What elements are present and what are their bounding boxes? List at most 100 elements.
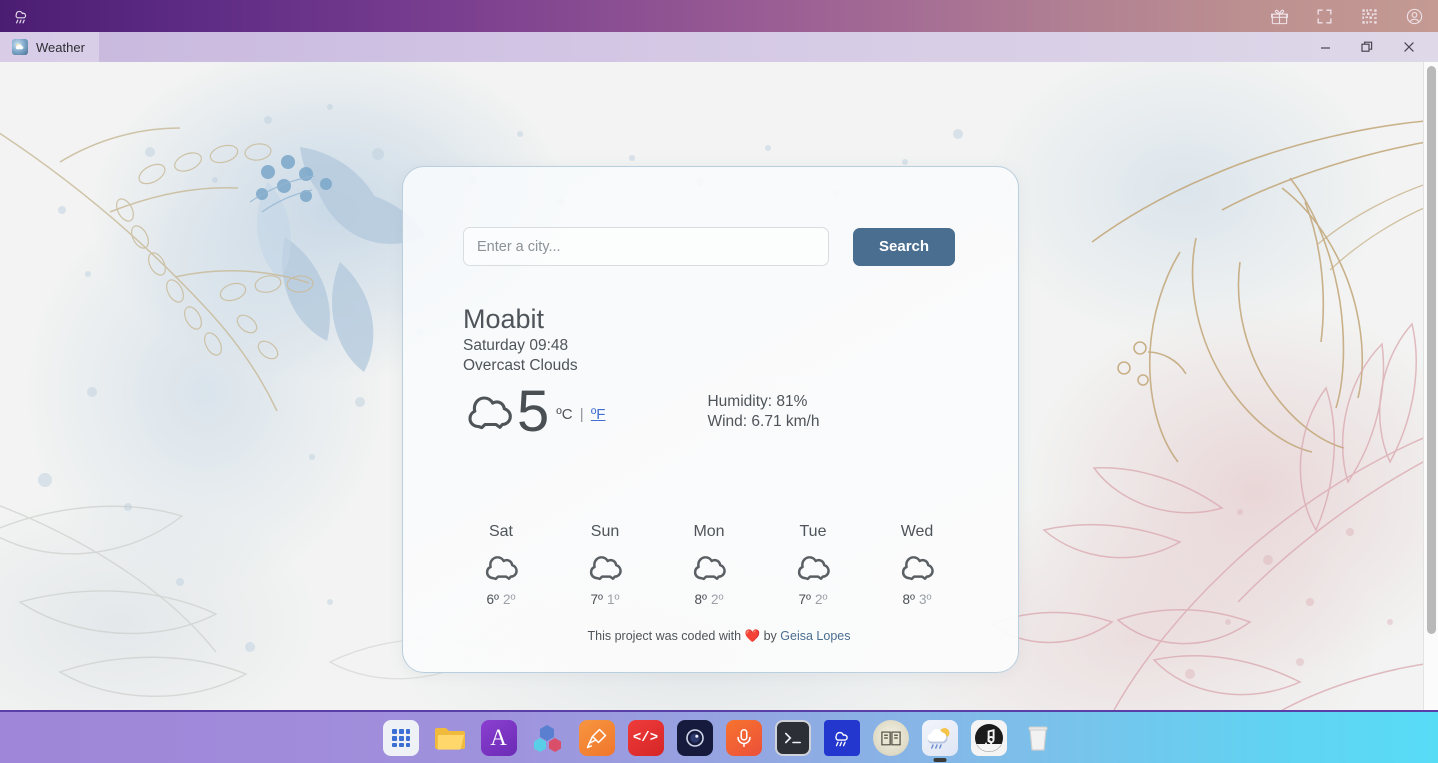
rain-cloud-logo-icon[interactable] bbox=[10, 5, 32, 27]
forecast-day: Mon 8º 2º bbox=[657, 523, 761, 607]
unit-fahrenheit-link[interactable]: ºF bbox=[591, 406, 606, 423]
forecast-temps: 6º 2º bbox=[449, 592, 553, 607]
taskbar-item-trash[interactable] bbox=[1020, 720, 1056, 756]
scrollbar-thumb[interactable] bbox=[1427, 66, 1436, 634]
forecast-temps: 8º 3º bbox=[865, 592, 969, 607]
taskbar-item-files[interactable] bbox=[432, 720, 468, 756]
taskbar-item-microphone[interactable] bbox=[725, 719, 762, 756]
forecast-min: 1º bbox=[607, 592, 620, 607]
heart-icon: ❤️ bbox=[744, 629, 761, 643]
forecast-day-name: Wed bbox=[900, 523, 934, 540]
archive-icon[interactable] bbox=[872, 719, 909, 756]
taskbar-item-code-editor[interactable]: </> bbox=[627, 719, 664, 756]
vertical-scrollbar[interactable] bbox=[1423, 62, 1438, 710]
taskbar-item-camera[interactable] bbox=[676, 719, 713, 756]
taskbar-item-music[interactable] bbox=[970, 719, 1007, 756]
current-temperature: 5 bbox=[517, 379, 549, 444]
system-bar bbox=[0, 0, 1438, 32]
paint-icon[interactable] bbox=[578, 719, 615, 756]
forecast-min: 2º bbox=[503, 592, 516, 607]
cloud-icon bbox=[794, 550, 832, 584]
terminal-icon[interactable] bbox=[774, 719, 811, 756]
system-tray bbox=[1270, 7, 1438, 26]
microphone-icon[interactable] bbox=[725, 719, 762, 756]
taskbar-item-archive[interactable] bbox=[872, 719, 909, 756]
forecast-temps: 7º 2º bbox=[761, 592, 865, 607]
city-datetime: Saturday 09:48 bbox=[463, 336, 569, 354]
city-name: Moabit bbox=[463, 304, 545, 334]
cloud-icon bbox=[482, 550, 520, 584]
fullscreen-icon[interactable] bbox=[1315, 7, 1334, 26]
unit-separator: | bbox=[579, 405, 584, 423]
forecast-min: 2º bbox=[815, 592, 828, 607]
taskbar: A </> bbox=[0, 710, 1438, 763]
forecast-row: Sat 6º 2º Sun 7º 1º Mon 8º 2º Tue 7º 2º … bbox=[449, 523, 969, 607]
forecast-max: 7º bbox=[590, 592, 603, 607]
weather-card: Search Moabit Saturday 09:48 Overcast Cl… bbox=[402, 166, 1019, 673]
forecast-day-name: Sat bbox=[488, 523, 513, 540]
fonts-icon[interactable]: A bbox=[480, 719, 517, 756]
trash-icon[interactable] bbox=[1020, 720, 1056, 756]
tab-weather[interactable]: Weather bbox=[0, 32, 99, 62]
current-conditions: 5 ºC | ºF Humidity: 81% Wind: 6.71 km/h bbox=[463, 379, 963, 444]
taskbar-item-terminal[interactable] bbox=[774, 719, 811, 756]
close-icon[interactable] bbox=[1388, 32, 1430, 62]
active-app-indicator bbox=[933, 757, 946, 762]
window-controls bbox=[1304, 32, 1438, 62]
cloud-icon bbox=[898, 550, 936, 584]
unit-toggle: ºC | ºF bbox=[556, 406, 605, 423]
forecast-day: Sun 7º 1º bbox=[553, 523, 657, 607]
taskbar-item-fonts[interactable]: A bbox=[480, 719, 517, 756]
footer-credit: This project was coded with ❤️ by Geisa … bbox=[0, 629, 1438, 644]
taskbar-item-paint[interactable] bbox=[578, 719, 615, 756]
current-details: Humidity: 81% Wind: 6.71 km/h bbox=[707, 392, 819, 433]
footer-author-link[interactable]: Geisa Lopes bbox=[780, 629, 850, 643]
minimize-icon[interactable] bbox=[1304, 32, 1346, 62]
files-icon[interactable] bbox=[432, 720, 468, 756]
rain-cloud-app-icon[interactable] bbox=[823, 719, 860, 756]
page-content: Search Moabit Saturday 09:48 Overcast Cl… bbox=[0, 62, 1438, 710]
weather-favicon-icon bbox=[12, 39, 28, 55]
city-block: Moabit Saturday 09:48 Overcast Clouds bbox=[463, 303, 578, 376]
restore-icon[interactable] bbox=[1346, 32, 1388, 62]
forecast-day: Tue 7º 2º bbox=[761, 523, 865, 607]
search-input[interactable] bbox=[463, 227, 829, 266]
weather-app-icon[interactable] bbox=[921, 719, 958, 756]
cloud-icon bbox=[463, 388, 515, 436]
cloud-icon bbox=[690, 550, 728, 584]
forecast-max: 8º bbox=[902, 592, 915, 607]
blocks-icon[interactable] bbox=[530, 720, 566, 756]
taskbar-item-weather-app[interactable] bbox=[921, 719, 958, 762]
gift-icon[interactable] bbox=[1270, 7, 1289, 26]
tab-title: Weather bbox=[36, 39, 85, 55]
forecast-day: Wed 8º 3º bbox=[865, 523, 969, 607]
city-condition: Overcast Clouds bbox=[463, 357, 578, 375]
footer-prefix: This project was coded with bbox=[587, 629, 742, 643]
music-icon[interactable] bbox=[970, 719, 1007, 756]
taskbar-item-rain-cloud-app[interactable] bbox=[823, 719, 860, 756]
forecast-day-name: Tue bbox=[799, 523, 827, 540]
search-row: Search bbox=[463, 227, 956, 266]
camera-icon[interactable] bbox=[676, 719, 713, 756]
forecast-max: 6º bbox=[486, 592, 499, 607]
wind-value: Wind: 6.71 km/h bbox=[707, 413, 820, 431]
forecast-temps: 8º 2º bbox=[657, 592, 761, 607]
app-grid-icon[interactable] bbox=[382, 719, 419, 756]
unit-celsius[interactable]: ºC bbox=[556, 406, 572, 423]
code-editor-icon[interactable]: </> bbox=[627, 719, 664, 756]
qr-code-icon[interactable] bbox=[1360, 7, 1379, 26]
forecast-day-name: Mon bbox=[693, 523, 725, 540]
footer-middle: by bbox=[763, 629, 777, 643]
taskbar-item-blocks[interactable] bbox=[530, 720, 566, 756]
browser-tab-strip: Weather bbox=[0, 32, 1438, 62]
forecast-day: Sat 6º 2º bbox=[449, 523, 553, 607]
forecast-min: 3º bbox=[919, 592, 932, 607]
current-temp-group: 5 ºC | ºF bbox=[463, 379, 605, 444]
forecast-temps: 7º 1º bbox=[553, 592, 657, 607]
search-button[interactable]: Search bbox=[853, 227, 956, 266]
forecast-day-name: Sun bbox=[590, 523, 620, 540]
taskbar-item-app-grid[interactable] bbox=[382, 719, 419, 756]
forecast-max: 7º bbox=[798, 592, 811, 607]
account-icon[interactable] bbox=[1405, 7, 1424, 26]
humidity-value: Humidity: 81% bbox=[707, 393, 808, 410]
